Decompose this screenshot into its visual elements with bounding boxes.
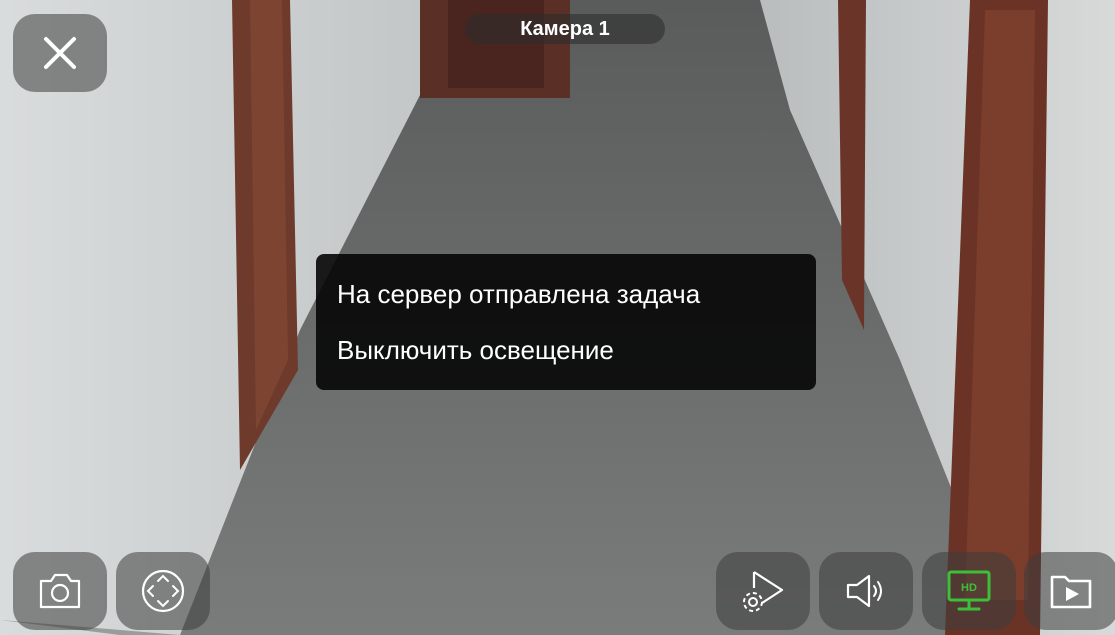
camera-title: Камера 1 — [465, 14, 665, 44]
ptz-joystick-icon — [141, 569, 185, 613]
snapshot-button[interactable] — [13, 552, 107, 630]
hd-quality-button[interactable]: HD — [922, 552, 1016, 630]
playback-settings-button[interactable] — [716, 552, 810, 630]
folder-play-icon — [1050, 575, 1092, 609]
hd-badge-text: HD — [961, 582, 977, 594]
close-icon — [44, 37, 76, 69]
speaker-icon — [846, 574, 882, 608]
toast-message-action: Выключить освещение — [337, 335, 614, 365]
close-button[interactable] — [13, 14, 107, 92]
ptz-control-button[interactable] — [116, 552, 210, 630]
hd-monitor-icon: HD — [947, 570, 991, 611]
camera-icon — [39, 573, 81, 609]
notification-toast: На сервер отправлена задача Выключить ос… — [316, 254, 816, 390]
play-settings-icon — [743, 571, 784, 612]
toast-message-title: На сервер отправлена задача — [337, 279, 701, 309]
archive-button[interactable] — [1024, 552, 1115, 630]
sound-button[interactable] — [819, 552, 913, 630]
camera-viewer: Камера 1 На сервер отправлена задача Вык… — [0, 0, 1115, 635]
